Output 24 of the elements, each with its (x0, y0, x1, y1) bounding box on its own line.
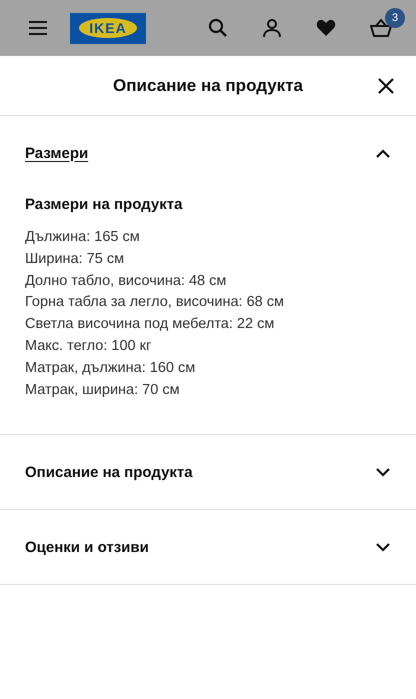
heart-icon[interactable] (316, 19, 336, 37)
dimension-text: Ширина: 75 см (25, 250, 126, 269)
dimension-text: Матрак, ширина: 70 см (25, 380, 181, 400)
person-icon[interactable] (262, 18, 282, 38)
sheet-title: Описание на продукта (113, 76, 303, 96)
chevron-icon (376, 468, 390, 477)
close-icon[interactable] (378, 78, 394, 94)
accordion-header[interactable]: Оценки и отзиви (25, 510, 392, 584)
search-icon[interactable] (208, 18, 228, 38)
chevron-icon (376, 148, 390, 158)
dimension-text: Горна табла за легло, височина: 68 см (25, 293, 285, 312)
accordion-header[interactable]: Описание на продукта (25, 435, 392, 510)
accordion-header[interactable]: Размери (25, 116, 392, 190)
basket-icon[interactable] (370, 19, 392, 37)
section-subtitle: Размери на продукта (25, 196, 184, 213)
cart-count-badge: 3 (385, 8, 405, 28)
dimension-text: Макс. тегло: 100 кг (25, 336, 152, 356)
logo[interactable]: IKEA (70, 12, 146, 44)
dimension-text: Дължина: 165 см (25, 228, 141, 247)
dimension-text: Светла височина под мебелта: 22 см (25, 315, 276, 334)
chevron-icon (376, 542, 390, 552)
dimension-text: Матрак, дължина: 160 см (25, 358, 196, 378)
dimension-text: Долно табло, височина: 48 см (25, 272, 228, 291)
menu-icon[interactable] (28, 20, 48, 36)
